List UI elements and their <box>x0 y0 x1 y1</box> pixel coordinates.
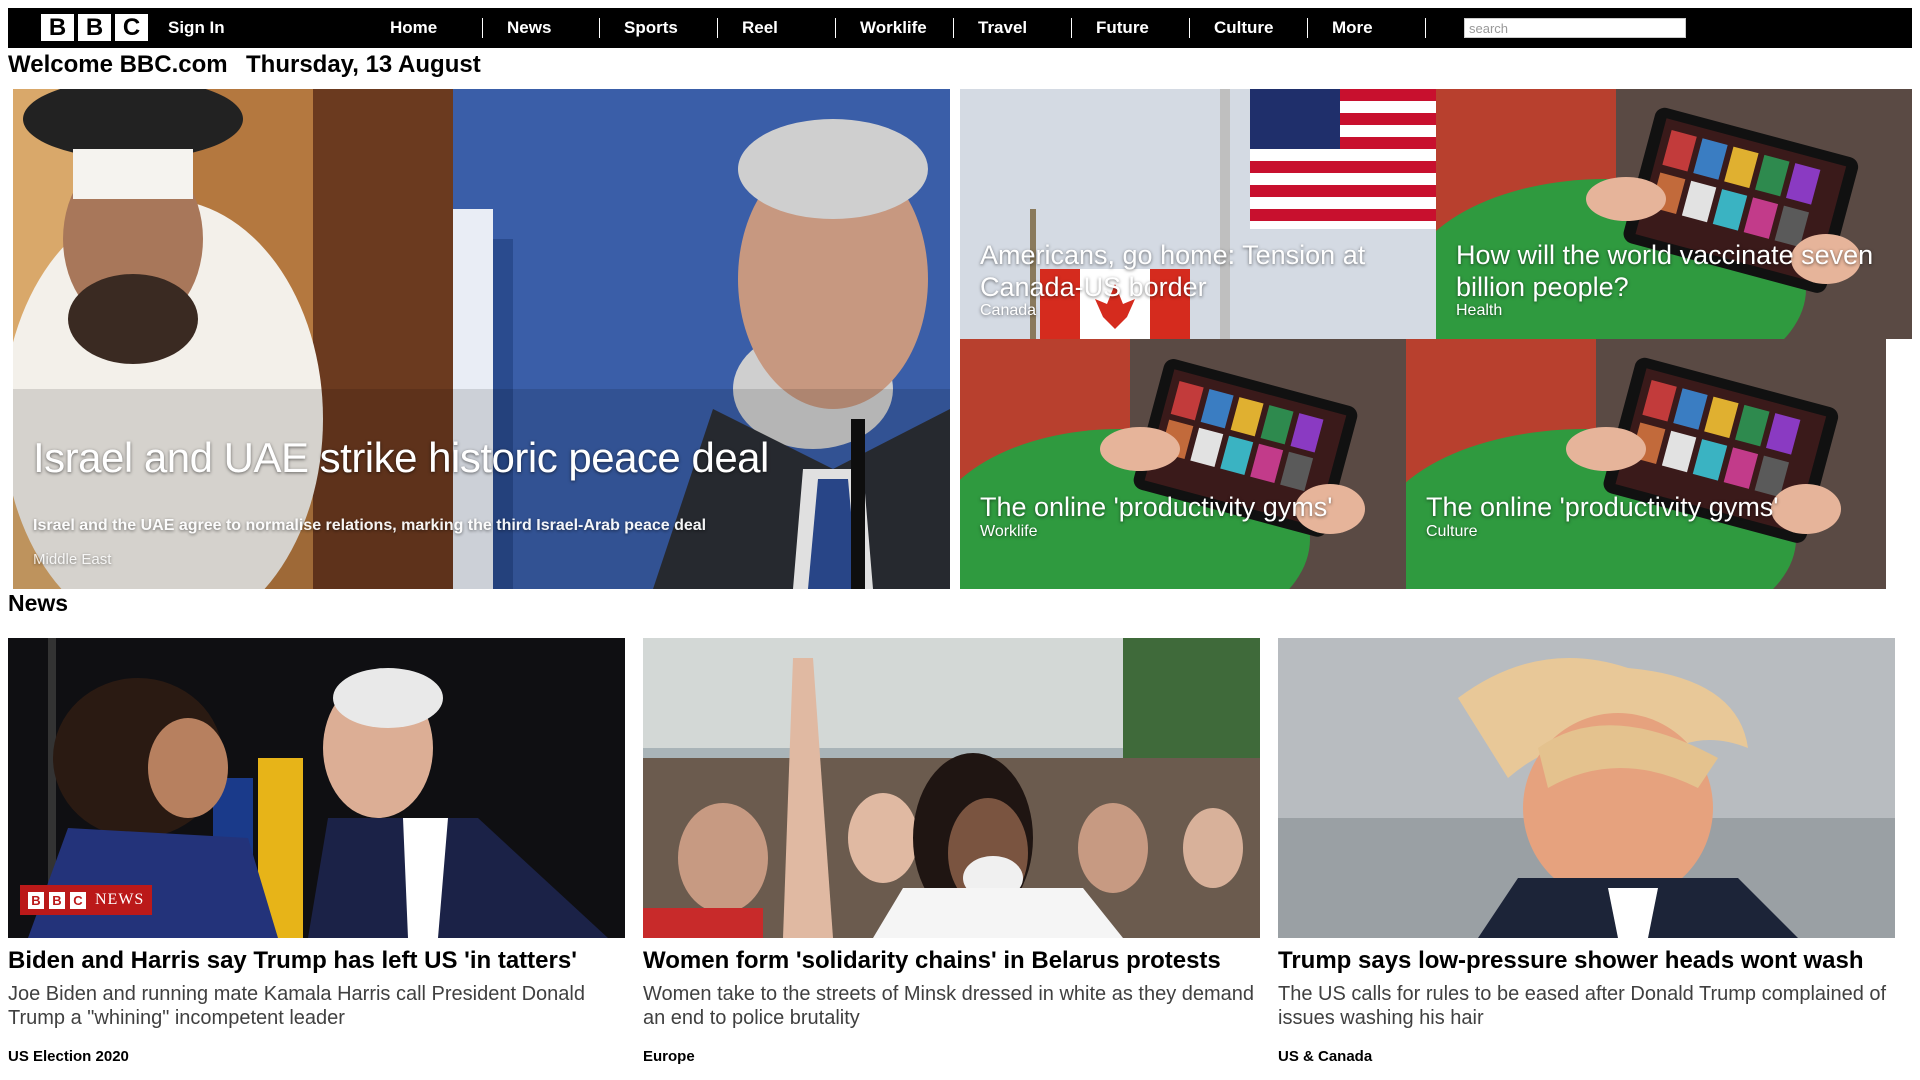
tile-headline[interactable]: The online 'productivity gyms' <box>980 491 1332 523</box>
badge-letter: B <box>49 891 65 909</box>
section-heading-news: News <box>8 590 69 616</box>
badge-letter: C <box>70 891 86 909</box>
tile-category-tag[interactable]: Canada <box>980 302 1036 320</box>
nav-divider <box>717 18 718 38</box>
nav-culture[interactable]: Culture <box>1214 8 1274 48</box>
nav-divider <box>482 18 483 38</box>
search-input[interactable] <box>1464 18 1686 38</box>
belarus-protest-photo <box>643 638 1260 938</box>
news-card-image: B B C NEWS <box>8 638 625 938</box>
news-card-category[interactable]: US Election 2020 <box>8 1048 129 1065</box>
news-card[interactable]: Trump says low-pressure shower heads won… <box>1278 638 1895 1065</box>
nav-sports[interactable]: Sports <box>624 8 678 48</box>
tile-category-tag[interactable]: Health <box>1456 302 1502 320</box>
tile-category-tag[interactable]: Culture <box>1426 523 1478 541</box>
nav-reel[interactable]: Reel <box>742 8 778 48</box>
tile-image-tablet <box>1406 339 1912 589</box>
nav-future[interactable]: Future <box>1096 8 1149 48</box>
nav-news[interactable]: News <box>507 8 551 48</box>
nav-divider <box>1071 18 1072 38</box>
news-card-image <box>643 638 1260 938</box>
news-card[interactable]: B B C NEWS Biden and Harris say Trump ha… <box>8 638 625 1065</box>
news-card-headline[interactable]: Women form 'solidarity chains' in Belaru… <box>643 946 1260 976</box>
bbc-news-badge: B B C NEWS <box>20 885 153 915</box>
nav-travel[interactable]: Travel <box>978 8 1027 48</box>
news-card-headline[interactable]: Trump says low-pressure shower heads won… <box>1278 946 1895 976</box>
tile-image-tablet <box>960 339 1406 589</box>
hero-tile-culture[interactable]: The online 'productivity gyms' Culture <box>1406 339 1912 589</box>
hero-main-image <box>13 89 950 589</box>
badge-letter: B <box>28 891 44 909</box>
nav-divider <box>1307 18 1308 38</box>
hero-main-story[interactable]: Israel and UAE strike historic peace dea… <box>13 89 950 589</box>
top-navigation-bar: B B C Sign In Home News Sports Reel Work… <box>8 8 1912 48</box>
hero-category-tag[interactable]: Middle East <box>33 551 111 568</box>
tile-headline[interactable]: How will the world vaccinate seven billi… <box>1456 239 1886 303</box>
welcome-title: Welcome BBC.com <box>8 51 228 78</box>
hero-headline[interactable]: Israel and UAE strike historic peace dea… <box>33 434 769 482</box>
tile-headline[interactable]: The online 'productivity gyms' <box>1426 491 1778 523</box>
sign-in-link[interactable]: Sign In <box>168 8 225 48</box>
hero-summary: Israel and the UAE agree to normalise re… <box>33 517 707 534</box>
news-card-category[interactable]: Europe <box>643 1048 695 1065</box>
nav-more[interactable]: More <box>1332 8 1373 48</box>
logo-letter: B <box>41 14 74 41</box>
logo-letter: B <box>78 14 111 41</box>
nav-divider <box>1425 18 1426 38</box>
news-card-summary: Women take to the streets of Minsk dress… <box>643 983 1255 1029</box>
trump-hair-photo <box>1278 638 1895 938</box>
hero-tile-canada[interactable]: Americans, go home: Tension at Canada-US… <box>960 89 1436 339</box>
tile-category-tag[interactable]: Worklife <box>980 523 1038 541</box>
hero-tile-worklife[interactable]: The online 'productivity gyms' Worklife <box>960 339 1406 589</box>
current-date: Thursday, 13 August <box>246 51 481 78</box>
news-card-image <box>1278 638 1895 938</box>
news-card-summary: The US calls for rules to be eased after… <box>1278 983 1887 1029</box>
news-card-summary: Joe Biden and running mate Kamala Harris… <box>8 983 585 1029</box>
bbc-logo[interactable]: B B C <box>41 14 148 41</box>
nav-worklife[interactable]: Worklife <box>860 8 927 48</box>
badge-word: NEWS <box>95 891 145 908</box>
news-card-category[interactable]: US & Canada <box>1278 1048 1372 1065</box>
tile-headline[interactable]: Americans, go home: Tension at Canada-US… <box>980 239 1410 303</box>
nav-divider <box>599 18 600 38</box>
nav-divider <box>835 18 836 38</box>
logo-letter: C <box>115 14 148 41</box>
hero-tile-health[interactable]: How will the world vaccinate seven billi… <box>1436 89 1912 339</box>
news-card-headline[interactable]: Biden and Harris say Trump has left US '… <box>8 946 625 976</box>
nav-home[interactable]: Home <box>390 8 437 48</box>
nav-divider <box>953 18 954 38</box>
news-card[interactable]: Women form 'solidarity chains' in Belaru… <box>643 638 1260 1065</box>
nav-divider <box>1189 18 1190 38</box>
